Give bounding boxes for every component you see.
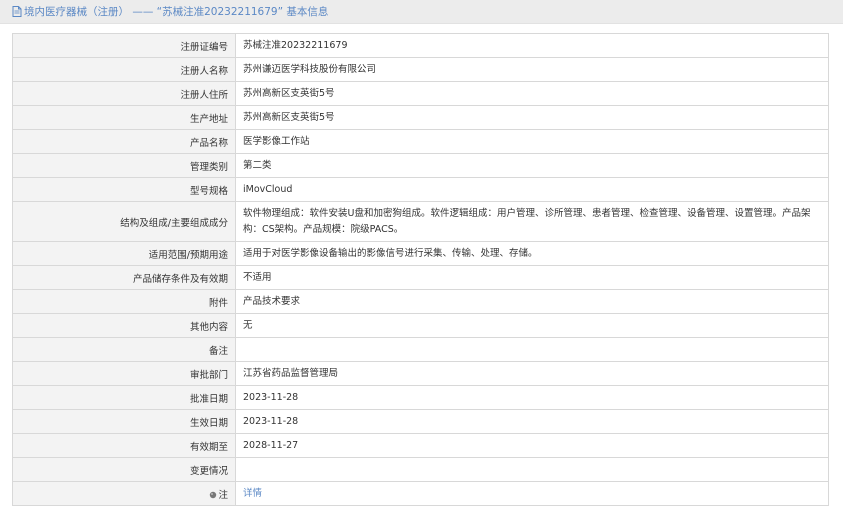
row-value: 江苏省药品监督管理局 xyxy=(243,367,339,379)
row-label: 型号规格 xyxy=(13,177,236,202)
table-row: 注册人住所 苏州高新区支英街5号 xyxy=(13,81,828,106)
pin-icon xyxy=(209,491,217,499)
row-label: 变更情况 xyxy=(13,457,236,482)
row-label: 备注 xyxy=(13,337,236,362)
row-label: 有效期至 xyxy=(13,433,236,458)
row-label: 注册人名称 xyxy=(13,57,236,82)
document-icon xyxy=(12,6,22,17)
row-label: 注册证编号 xyxy=(13,34,236,58)
row-label: 管理类别 xyxy=(13,153,236,178)
row-value: 2023-11-28 xyxy=(243,415,299,427)
row-value: 产品技术要求 xyxy=(243,295,301,307)
table-row: 变更情况 xyxy=(13,457,829,482)
row-value: 2023-11-28 xyxy=(243,391,299,403)
row-label: 审批部门 xyxy=(13,361,236,386)
table-row: 审批部门 江苏省药品监督管理局 xyxy=(13,361,828,386)
table-row: 适用范围/预期用途 适用于对医学影像设备输出的影像信号进行采集、传输、处理、存储… xyxy=(13,241,828,266)
row-label: 生效日期 xyxy=(13,409,236,434)
table-row: 产品名称 医学影像工作站 xyxy=(13,129,828,154)
row-value: 医学影像工作站 xyxy=(243,135,310,147)
page-title-text: 境内医疗器械（注册） —— “苏械注准20232211679” 基本信息 xyxy=(24,6,329,18)
row-value: 软件物理组成：软件安装U盘和加密狗组成。软件逻辑组成：用户管理、诊所管理、患者管… xyxy=(243,207,811,235)
row-label: 批准日期 xyxy=(13,385,236,410)
row-value: 2028-11-27 xyxy=(243,439,299,451)
detail-table: 注册证编号 苏械注准20232211679 注册人名称 苏州谦迈医学科技股份有限… xyxy=(12,33,829,506)
row-value: 不适用 xyxy=(243,271,272,283)
row-value: 第二类 xyxy=(243,159,272,171)
table-row: 生产地址 苏州高新区支英街5号 xyxy=(13,105,828,130)
note-label: 注 xyxy=(13,481,236,506)
table-row: 批准日期 2023-11-28 xyxy=(13,385,828,410)
table-row: 型号规格 iMovCloud xyxy=(13,177,828,202)
row-label: 产品名称 xyxy=(13,129,236,154)
row-value xyxy=(236,458,829,482)
table-row: 生效日期 2023-11-28 xyxy=(13,409,828,434)
table-row: 注册证编号 苏械注准20232211679 xyxy=(13,34,828,58)
row-label: 生产地址 xyxy=(13,105,236,130)
row-label: 注册人住所 xyxy=(13,81,236,106)
row-label: 附件 xyxy=(13,289,236,314)
table-row: 附件 产品技术要求 xyxy=(13,289,828,314)
row-label: 其他内容 xyxy=(13,313,236,338)
page-title: 境内医疗器械（注册） —— “苏械注准20232211679” 基本信息 xyxy=(12,4,328,19)
table-row: 注册人名称 苏州谦迈医学科技股份有限公司 xyxy=(13,57,828,82)
details-link[interactable]: 详情 xyxy=(243,488,262,499)
row-label: 产品储存条件及有效期 xyxy=(13,265,236,290)
row-value xyxy=(236,338,829,362)
row-value: 苏械注准20232211679 xyxy=(243,39,348,51)
row-value: iMovCloud xyxy=(243,183,293,195)
note-label-text: 注 xyxy=(218,489,228,501)
row-label: 适用范围/预期用途 xyxy=(13,241,236,266)
row-value: 苏州高新区支英街5号 xyxy=(243,87,335,99)
table-row: 其他内容 无 xyxy=(13,313,828,338)
table-row: 产品储存条件及有效期 不适用 xyxy=(13,265,828,290)
table-row: 有效期至 2028-11-27 xyxy=(13,433,828,458)
table-row: 结构及组成/主要组成成分 软件物理组成：软件安装U盘和加密狗组成。软件逻辑组成：… xyxy=(13,201,828,242)
row-label: 结构及组成/主要组成成分 xyxy=(13,201,236,242)
table-row: 注 详情 xyxy=(13,481,829,506)
row-value: 苏州高新区支英街5号 xyxy=(243,111,335,123)
header-bar: 境内医疗器械（注册） —— “苏械注准20232211679” 基本信息 xyxy=(0,0,843,24)
table-row: 备注 xyxy=(13,337,829,362)
row-value: 无 xyxy=(243,319,253,331)
table-row: 管理类别 第二类 xyxy=(13,153,828,178)
row-value: 苏州谦迈医学科技股份有限公司 xyxy=(243,63,377,75)
row-value: 适用于对医学影像设备输出的影像信号进行采集、传输、处理、存储。 xyxy=(243,247,538,259)
row-value: 详情 xyxy=(236,482,829,506)
